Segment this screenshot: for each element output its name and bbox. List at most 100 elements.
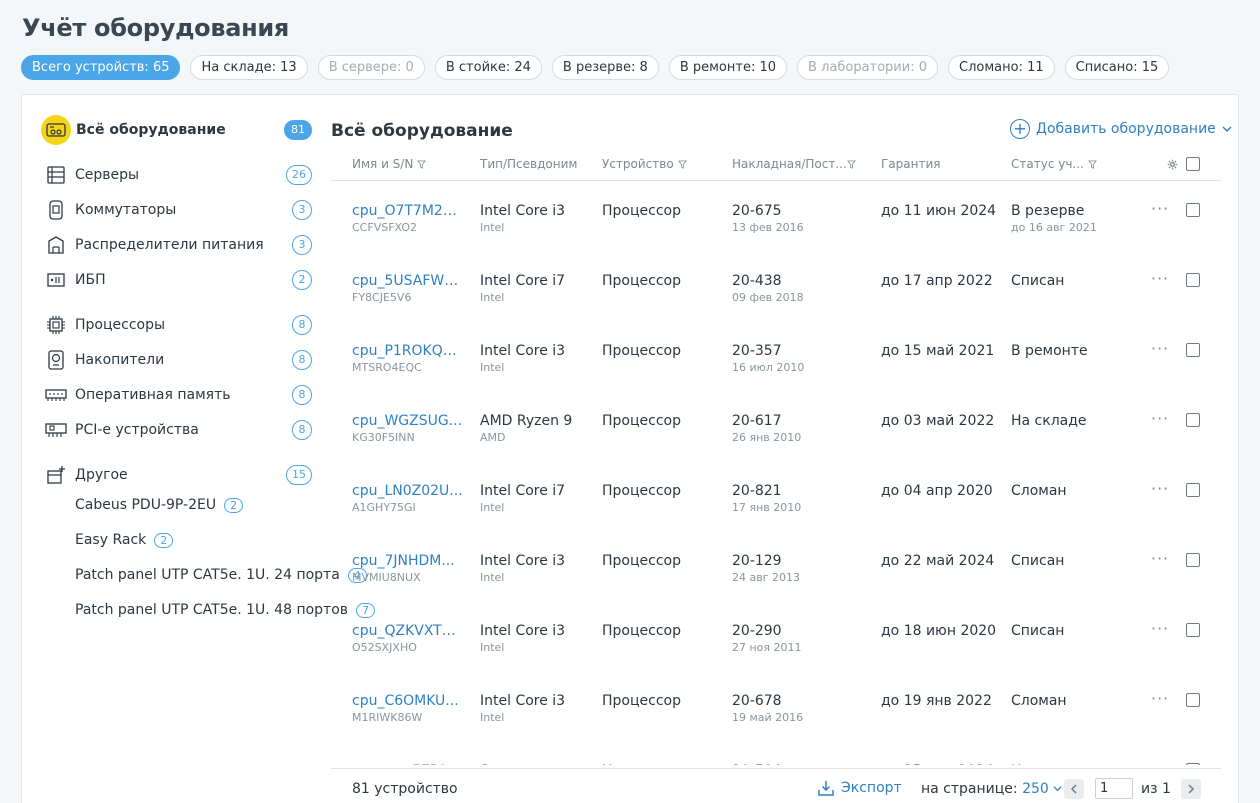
more-actions-icon[interactable]: ··· [1151,689,1169,708]
column-type[interactable]: Тип/Псевдоним [480,157,577,171]
export-button[interactable]: Экспорт [817,779,902,797]
equipment-name-link[interactable]: storage_5EP0... [352,763,464,765]
equipment-name-link[interactable]: cpu_QZKVXT1EL [352,623,464,639]
sidebar-item[interactable]: Процессоры 8 [45,310,312,340]
count-badge: 26 [286,165,312,185]
row-checkbox[interactable] [1186,203,1200,217]
equipment-name-link[interactable]: cpu_WGZSUG... [352,413,464,429]
filter-icon[interactable] [677,159,687,169]
row-checkbox[interactable] [1186,763,1200,765]
page-number-input[interactable]: 1 [1095,778,1133,799]
column-device[interactable]: Устройство [602,157,687,171]
add-equipment-button[interactable]: + Добавить оборудование [1010,119,1232,139]
per-page-selector[interactable]: на странице: 250 [921,781,1062,797]
table-row[interactable]: cpu_C6OMKU... M1RIWK86W Intel Core i3 Intel… [331,672,1221,742]
status-pill[interactable]: В стойке: 24 [434,55,542,80]
more-actions-icon[interactable]: ··· [1151,339,1169,358]
gear-icon[interactable] [1167,159,1178,170]
type-label: AMD Ryzen 9 [480,413,573,429]
status-pill[interactable]: Списано: 15 [1064,55,1170,80]
table-row[interactable]: cpu_P1ROKQ1... MTSRO4EQC Intel Core i3 Inte… [331,322,1221,392]
sidebar-item[interactable]: Всё оборудование 81 [41,115,312,145]
sidebar-item[interactable]: Коммутаторы 3 [45,195,312,225]
equipment-name-link[interactable]: cpu_7JNHDM... [352,553,464,569]
table-row[interactable]: cpu_WGZSUG... KG30F5INN AMD Ryzen 9 AMD Проц… [331,392,1221,462]
more-actions-icon[interactable]: ··· [1151,269,1169,288]
table-row[interactable]: cpu_LN0Z02U... A1GHY75GI Intel Core i7 Inte… [331,462,1221,532]
equipment-name-link[interactable]: cpu_O7T7M2B... [352,203,464,219]
invoice-date: 16 июл 2010 [732,361,805,374]
status-pill[interactable]: На складе: 13 [190,55,308,80]
status-cell: На складе [1011,413,1087,431]
status-pill[interactable]: В ремонте: 10 [668,55,788,80]
table-row[interactable]: cpu_7JNHDM... MVMIU8NUX Intel Core i3 Intel… [331,532,1221,602]
more-actions-icon[interactable]: ··· [1151,549,1169,568]
row-checkbox[interactable] [1186,413,1200,427]
row-checkbox[interactable] [1186,273,1200,287]
sidebar-item[interactable]: Cabeus PDU-9P-2EU 2 [45,497,312,527]
invoice-cell: 20-504 [732,763,782,765]
column-name-sn[interactable]: Имя и S/N [352,157,427,171]
invoice-cell: 20-357 16 июл 2010 [732,343,804,374]
table-header: Имя и S/N Тип/Псевдоним Устройство Накла… [331,151,1221,181]
page-total: из 1 [1141,781,1171,797]
sidebar-item-label: ИБП [75,272,106,288]
filter-icon[interactable] [1087,159,1097,169]
table-row[interactable]: cpu_O7T7M2B... CCFVSFXO2 Intel Core i3 Inte… [331,182,1221,252]
row-checkbox[interactable] [1186,693,1200,707]
status-date: до 16 авг 2021 [1011,221,1097,234]
all-equipment-icon [41,115,71,145]
filter-icon[interactable] [417,159,427,169]
status-pill[interactable]: Сломано: 11 [948,55,1055,80]
equipment-name-link[interactable]: cpu_5USAFWK... [352,273,464,289]
ram-icon [45,384,67,406]
invoice-number: 20-504 [732,763,782,765]
chevron-right-icon [1188,784,1195,794]
download-icon [818,781,834,796]
more-actions-icon[interactable]: ··· [1151,409,1169,428]
equipment-name-link[interactable]: cpu_C6OMKU... [352,693,464,709]
column-status[interactable]: Статус уч... [1011,157,1097,171]
invoice-number: 20-675 [732,203,782,219]
serial-number: FY8CJE5V6 [352,291,412,304]
row-checkbox[interactable] [1186,623,1200,637]
warranty-cell: до 03 май 2022 [881,413,995,429]
status-pill[interactable]: Всего устройств: 65 [21,55,181,80]
sidebar-item[interactable]: Накопители 8 [45,345,312,375]
sidebar-item[interactable]: Easy Rack 2 [45,532,312,562]
more-actions-icon[interactable]: ··· [1151,619,1169,638]
sidebar-item[interactable]: Другое 15 [45,460,312,490]
row-checkbox[interactable] [1186,553,1200,567]
table-row[interactable]: cpu_QZKVXT1EL O52SXJXHO Intel Core i3 Intel… [331,602,1221,672]
column-invoice[interactable]: Накладная/Пост... [732,157,847,171]
filter-icon[interactable] [847,160,856,169]
table-row[interactable]: storage_5EP0... Seagate Накопитель 20-504 до… [331,742,1221,765]
status-pill[interactable]: В сервере: 0 [317,55,425,80]
table-footer: 81 устройство Экспорт на странице: 250 1… [331,768,1221,803]
sidebar-item[interactable]: ИБП 2 [45,265,312,295]
next-page-button[interactable] [1181,779,1201,799]
status-label: Сломан [1011,483,1067,499]
row-checkbox[interactable] [1186,343,1200,357]
sidebar-item[interactable]: Распределители питания 3 [45,230,312,260]
more-actions-icon[interactable]: ··· [1151,479,1169,498]
status-pill[interactable]: В резерве: 8 [551,55,659,80]
sidebar-item[interactable]: Patch panel UTP CAT5e. 1U. 24 порта 4 [45,567,367,597]
equipment-name-link[interactable]: cpu_P1ROKQ1... [352,343,464,359]
column-warranty[interactable]: Гарантия [881,157,941,171]
sidebar-item[interactable]: Patch panel UTP CAT5e. 1U. 48 портов 7 [45,602,376,632]
type-cell: Intel Core i7 Intel [480,483,565,514]
type-label: Intel Core i3 [480,553,566,569]
more-actions-icon[interactable]: ··· [1151,199,1169,218]
sidebar-item[interactable]: Серверы 26 [45,160,312,190]
chevron-left-icon [1070,784,1077,794]
table-row[interactable]: cpu_5USAFWK... FY8CJE5V6 Intel Core i7 Inte… [331,252,1221,322]
sidebar-item[interactable]: PCI-e устройства 8 [45,415,312,445]
select-all-checkbox[interactable] [1186,157,1200,171]
more-actions-icon[interactable]: ··· [1151,759,1169,765]
status-pill[interactable]: В лаборатории: 0 [797,55,938,80]
row-checkbox[interactable] [1186,483,1200,497]
equipment-name-link[interactable]: cpu_LN0Z02U... [352,483,464,499]
sidebar-item[interactable]: Оперативная память 8 [45,380,312,410]
prev-page-button[interactable] [1064,779,1084,799]
